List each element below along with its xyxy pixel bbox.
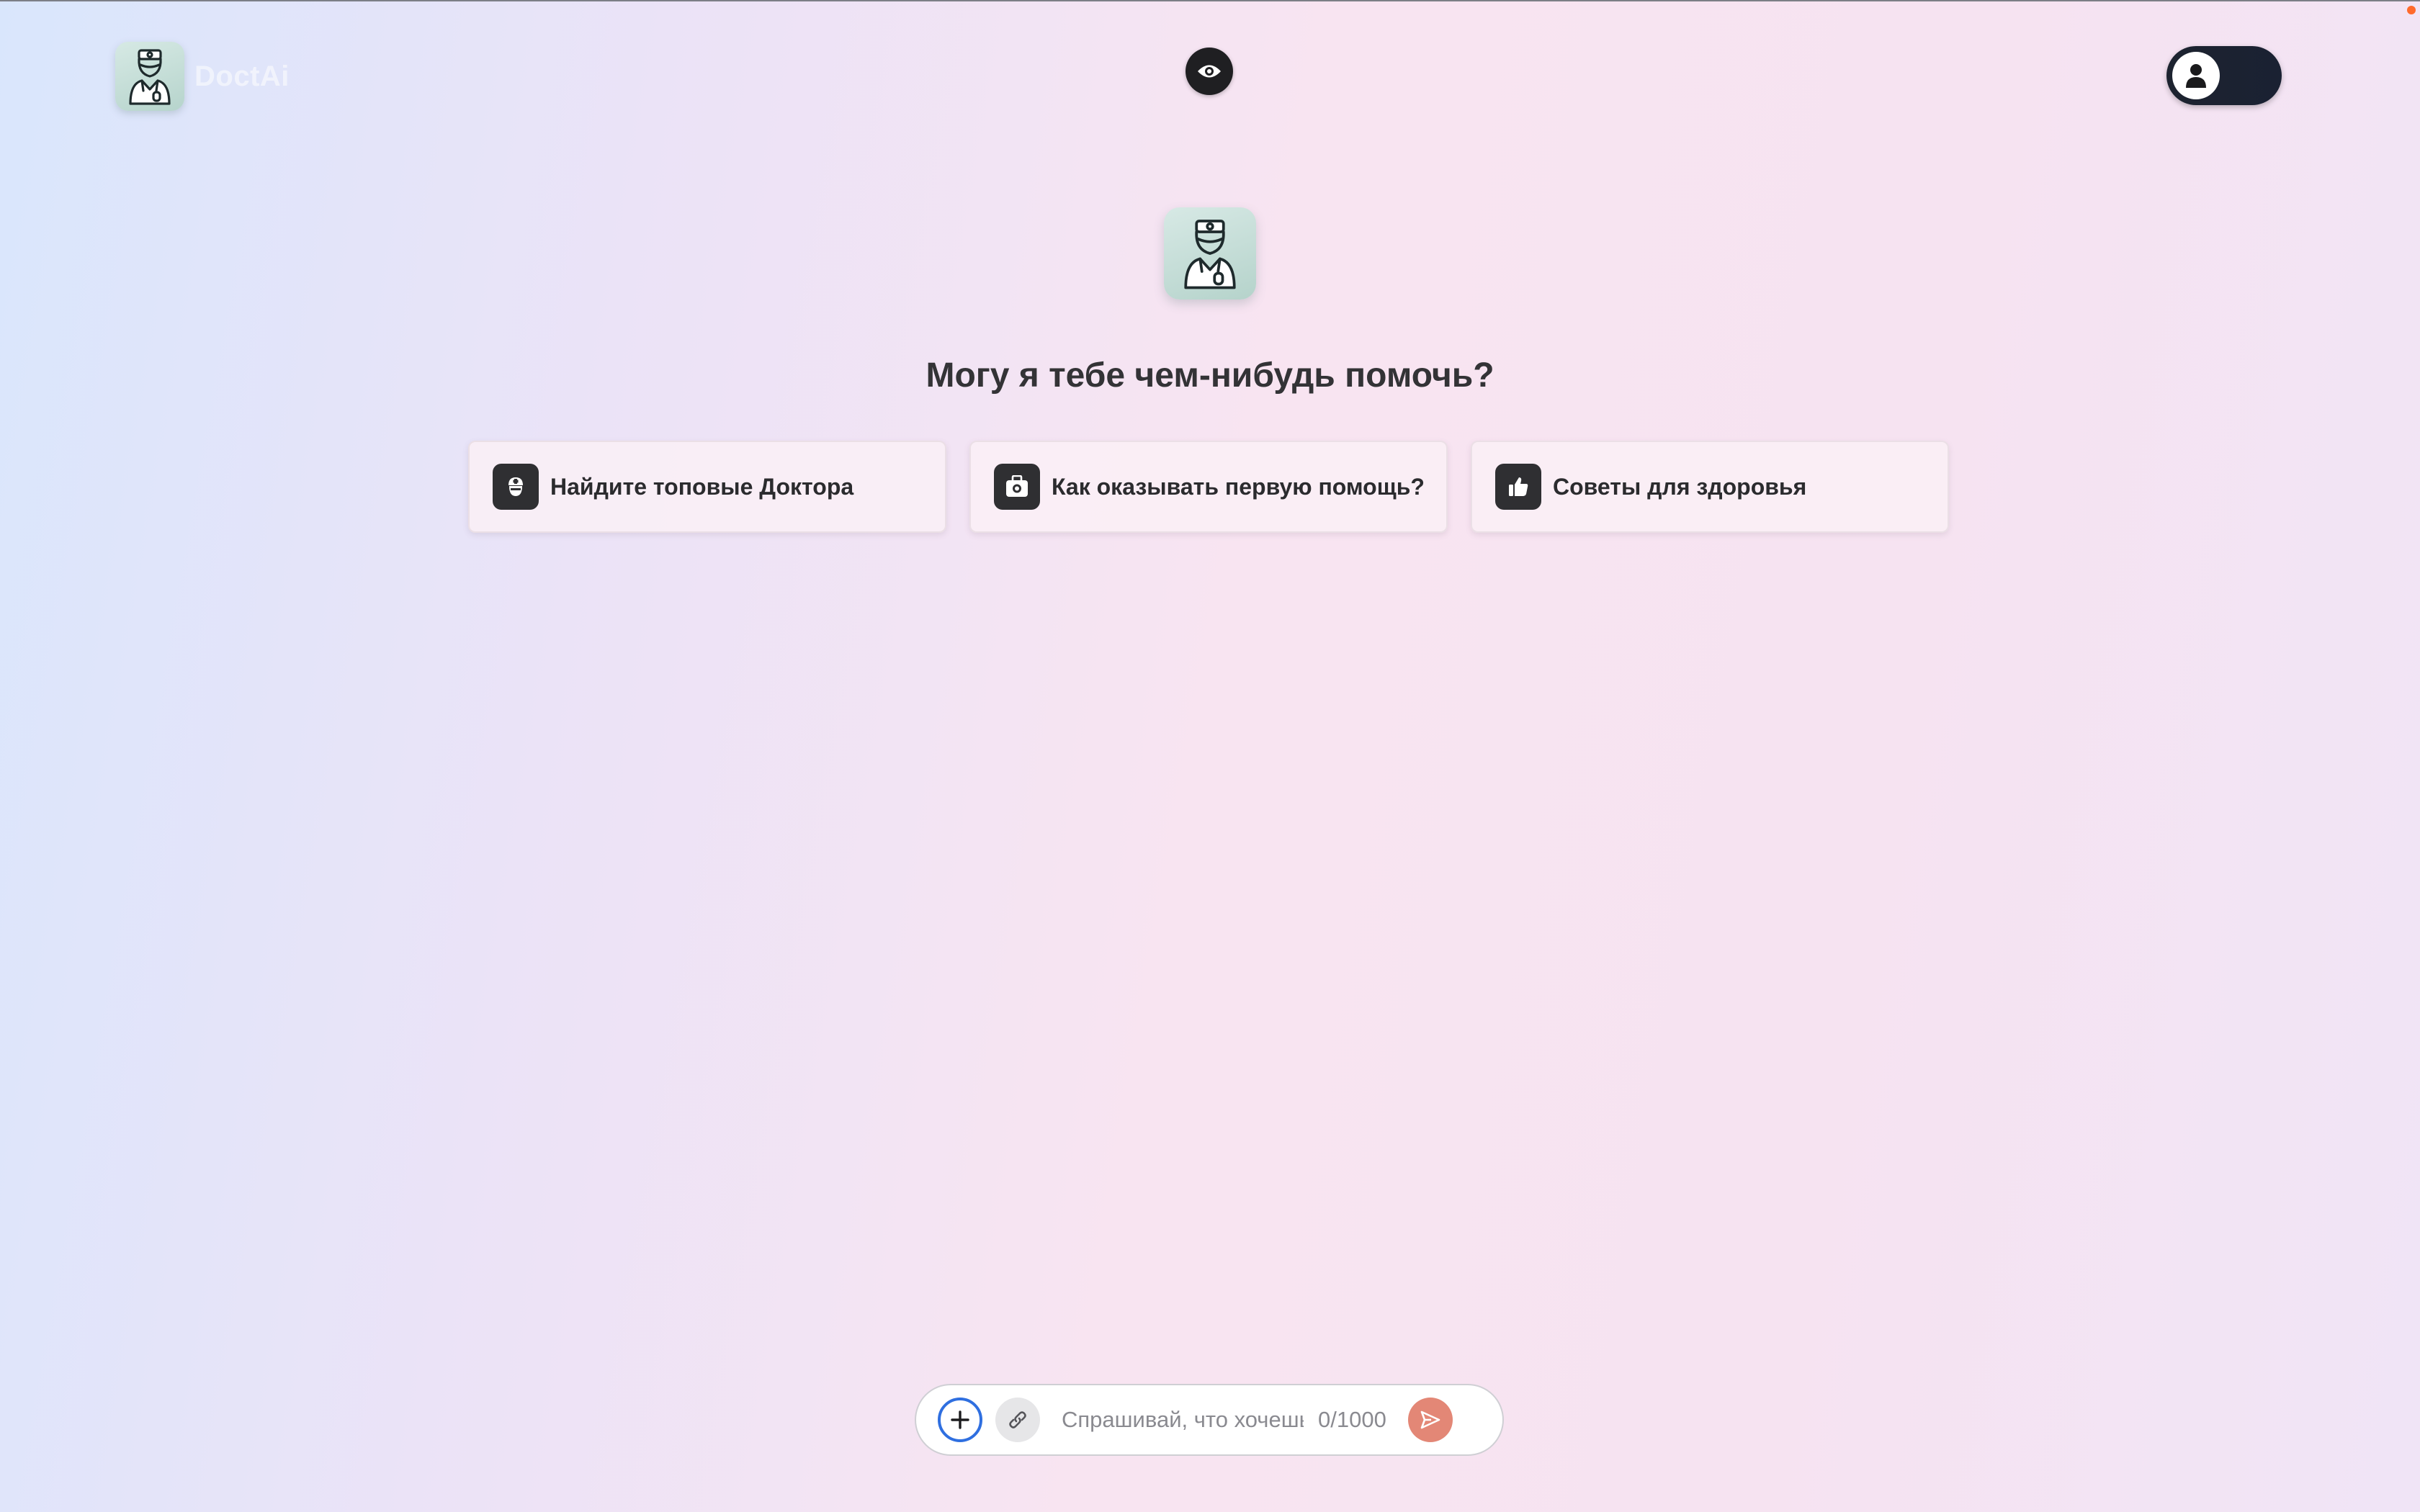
suggestion-label: Советы для здоровья bbox=[1553, 473, 1807, 500]
assistant-avatar bbox=[1164, 207, 1256, 300]
suggestion-first-aid[interactable]: Как оказывать первую помощь? bbox=[969, 441, 1448, 533]
doctor-mask-icon bbox=[493, 464, 539, 510]
character-counter: 0/1000 bbox=[1318, 1407, 1386, 1432]
suggestion-cards: Найдите топовые Доктора Как оказывать пе… bbox=[468, 441, 1949, 533]
suggestion-label: Как оказывать первую помощь? bbox=[1052, 473, 1425, 500]
app-logo[interactable]: DoctAi bbox=[115, 42, 290, 111]
page-title: Могу я тебе чем-нибудь помочь? bbox=[926, 356, 1494, 395]
app-name: DoctAi bbox=[194, 60, 290, 92]
suggestion-label: Найдите топовые Доктора bbox=[550, 473, 854, 500]
first-aid-kit-icon bbox=[994, 464, 1040, 510]
chat-input[interactable] bbox=[1062, 1398, 1304, 1441]
suggestion-health-tips[interactable]: Советы для здоровья bbox=[1471, 441, 1949, 533]
theme-toggle[interactable] bbox=[2166, 46, 2282, 105]
doctor-icon bbox=[115, 42, 184, 111]
send-icon[interactable] bbox=[1407, 1398, 1453, 1442]
link-icon[interactable] bbox=[995, 1398, 1040, 1442]
thumbs-up-icon bbox=[1495, 464, 1541, 510]
plus-icon[interactable] bbox=[938, 1398, 982, 1442]
chat-composer: 0/1000 bbox=[915, 1384, 1504, 1456]
user-icon bbox=[2172, 52, 2220, 99]
notification-dot bbox=[2407, 6, 2416, 14]
suggestion-find-doctors[interactable]: Найдите топовые Доктора bbox=[468, 441, 946, 533]
eye-icon[interactable] bbox=[1186, 48, 1233, 95]
